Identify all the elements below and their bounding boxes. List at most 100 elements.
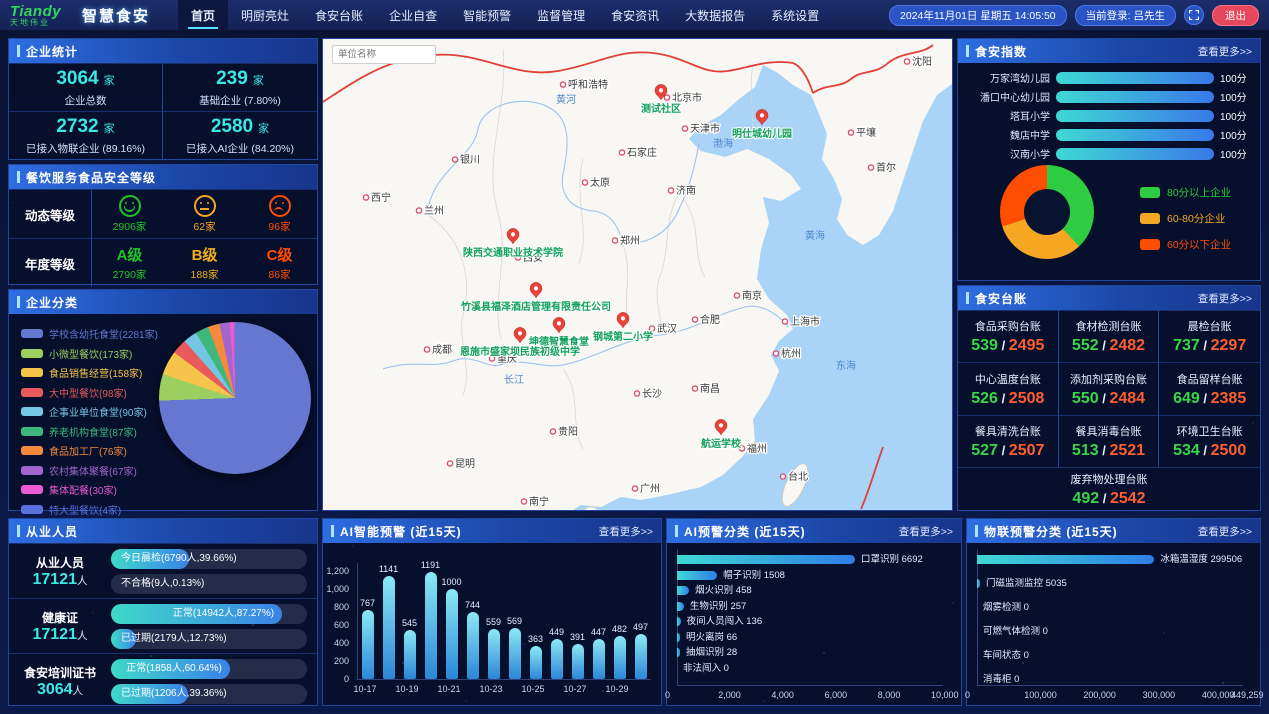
donut-legend-label: 60分以下企业 [1167,237,1231,252]
stat-cell: 239 家基础企业 (7.80%) [163,63,317,111]
city-label: 南宁 [529,495,549,508]
index-name: 塔耳小学 [958,108,1056,123]
bar [572,644,584,679]
ledger-cell: 食品采购台账539 / 2495 [958,310,1059,362]
view-more-link[interactable]: 查看更多>> [1198,44,1252,59]
fullscreen-button[interactable] [1184,5,1204,25]
nav-tab[interactable]: 企业自查 [376,0,450,30]
panel-header: 从业人员 [9,519,317,543]
legend-swatch [21,388,43,397]
nav-tab[interactable]: 食安台账 [302,0,376,30]
view-more-link[interactable]: 查看更多>> [1198,524,1252,539]
pin-label: 陕西交通职业技术学院 [463,246,563,259]
x-tick-label: 0 [665,690,670,700]
index-bar-track [1056,110,1214,122]
pie-legend: 学校含幼托食堂(2281家)小微型餐饮(173家)食品销售经营(158家)大中型… [21,324,158,519]
city-label: 广州 [640,483,660,495]
bar-label: 门磁监测监控 5035 [986,579,1067,588]
donut-hole [1024,189,1070,235]
view-more-link[interactable]: 查看更多>> [1198,291,1252,306]
bar-value-label: 545 [402,618,417,628]
city-label: 太原 [590,176,610,189]
legend-item[interactable]: 小微型餐饮(173家) [21,344,158,364]
ledger-numbers: 513 / 2521 [1072,442,1145,460]
city-dot [668,188,673,193]
legend-item[interactable]: 特大型餐饮(4家) [21,500,158,520]
index-row: 潘口中心幼儿园100分 [958,87,1260,106]
ledger-total-count: 2542 [1110,490,1146,507]
donut-legend-item[interactable]: 80分以上企业 [1140,179,1231,205]
title-accent [331,525,334,537]
index-row: 万家湾幼儿园100分 [958,68,1260,87]
panel-header: 企业统计 [9,39,317,63]
sea-label: 东海 [836,359,856,372]
donut-legend-item[interactable]: 60分以下企业 [1140,231,1231,257]
ledger-done-count: 513 [1072,442,1099,459]
legend-item[interactable]: 企事业单位食堂(90家) [21,402,158,422]
donut-legend-swatch [1140,213,1160,224]
x-tick-label: 400,000 [1202,690,1235,700]
legend-item[interactable]: 食品加工厂(76家) [21,441,158,461]
search-input[interactable] [332,45,436,64]
legend-item[interactable]: 食品销售经营(158家) [21,363,158,383]
nav-tab[interactable]: 首页 [178,0,228,30]
bar [635,634,647,679]
frown-face-icon [269,195,291,217]
panel-ai-warning-category: AI预警分类 (近15天) 查看更多>> 02,0004,0006,0008,0… [666,518,962,706]
ledger-cell: 晨检台账737 / 2297 [1159,310,1260,362]
panel-safety-grade: 餐饮服务食品安全等级 动态等级2906家62家96家年度等级A级2790家B级1… [8,164,318,285]
legend-item[interactable]: 学校含幼托食堂(2281家) [21,324,158,344]
grade-row-label: 年度等级 [9,239,92,287]
personnel-bars: 正常(1858人,60.64%)已过期(1206人,39.36%) [111,659,317,704]
y-tick-label: 600 [323,620,349,630]
x-tick-label: 6,000 [825,690,848,700]
index-bar-track [1056,148,1214,160]
index-row: 魏店中学100分 [958,125,1260,144]
city-dot [550,429,555,434]
nav-tab[interactable]: 智能预警 [450,0,524,30]
ledger-separator: / [1099,491,1110,506]
logout-button[interactable]: 退出 [1212,5,1259,26]
bar-value-label: 391 [570,632,585,642]
legend-item[interactable]: 农村集体聚餐(67家) [21,461,158,481]
view-more-link[interactable]: 查看更多>> [899,524,953,539]
panel-iot-warning-category: 物联预警分类 (近15天) 查看更多>> 0100,000200,000300,… [966,518,1261,706]
bar [593,639,605,679]
personnel-label-block: 健康证17121人 [9,609,111,644]
legend-item[interactable]: 大中型餐饮(98家) [21,383,158,403]
ledger-done-count: 552 [1072,337,1099,354]
nav-tab[interactable]: 食安资讯 [598,0,672,30]
ledger-grid: 食品采购台账539 / 2495食材检测台账552 / 2482晨检台账737 … [958,310,1260,510]
city-dot [619,150,624,155]
panel-title: 企业分类 [17,294,78,311]
donut-legend-swatch [1140,187,1160,198]
nav-tab[interactable]: 系统设置 [758,0,832,30]
view-more-link[interactable]: 查看更多>> [599,524,653,539]
bar-label: 明火离岗 66 [686,633,737,642]
nav-tab[interactable]: 监督管理 [524,0,598,30]
pin-dot [760,113,764,117]
ledger-separator: / [1099,443,1110,458]
brand-logo: Tiandy 天地伟业 [10,4,68,27]
legend-item[interactable]: 养老机构食堂(87家) [21,422,158,442]
stat-label: 基础企业 (7.80%) [199,93,281,108]
grade-item: A级2790家 [92,239,167,287]
grade-items: 2906家62家96家 [92,190,317,238]
title-accent [966,292,969,304]
x-axis [357,679,651,680]
ledger-separator: / [998,391,1009,406]
bar-label: 口罩识别 6692 [861,555,923,564]
ledger-numbers: 527 / 2507 [971,442,1044,460]
bar [383,576,395,679]
legend-item[interactable]: 集体配餐(30家) [21,480,158,500]
nav-tab[interactable]: 明厨亮灶 [228,0,302,30]
nav-tab[interactable]: 大数据报告 [672,0,758,30]
personnel-groups: 从业人员17121人今日晨检(6790人,39.66%)不合格(9人,0.13%… [9,543,317,709]
ledger-name: 餐具清洗台账 [975,423,1041,439]
china-map[interactable]: 渤海黄海东海黄河长江 沈阳呼和浩特北京市天津市平壤首尔石家庄银川太原济南西宁兰州… [323,39,952,510]
donut-legend-item[interactable]: 60-80分企业 [1140,205,1231,231]
personnel-bar-text: 已过期(1206人,39.36%) [121,684,227,704]
index-name: 万家湾幼儿园 [958,70,1056,85]
bar [677,633,680,642]
bar-label: 冰箱温湿度 299506 [1160,555,1242,564]
